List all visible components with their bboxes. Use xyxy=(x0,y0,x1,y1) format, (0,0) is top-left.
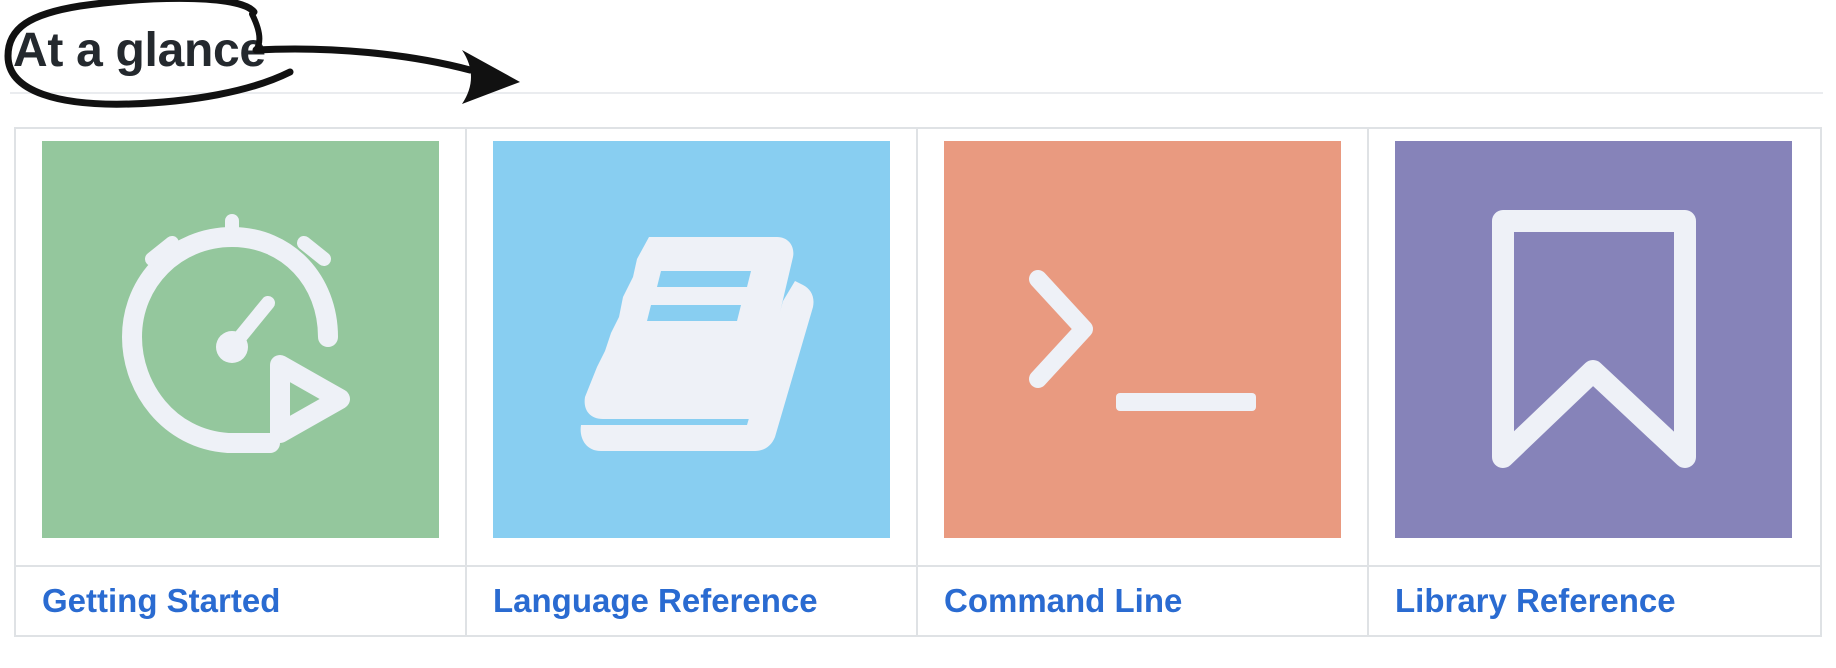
language-reference-tile[interactable] xyxy=(493,141,890,538)
card-command-line: Command Line xyxy=(918,129,1369,635)
quick-links-grid: Getting Started Language Reference Comma… xyxy=(14,127,1822,637)
language-reference-link[interactable]: Language Reference xyxy=(493,582,818,620)
book-icon xyxy=(580,237,814,451)
library-reference-link[interactable]: Library Reference xyxy=(1395,582,1676,620)
library-reference-tile[interactable] xyxy=(1395,141,1792,538)
getting-started-link[interactable]: Getting Started xyxy=(42,582,280,620)
stopwatch-play-icon xyxy=(121,214,350,453)
card-getting-started: Getting Started xyxy=(16,129,467,635)
command-line-link[interactable]: Command Line xyxy=(944,582,1182,620)
bookmark-icon xyxy=(1492,210,1696,468)
command-line-tile[interactable] xyxy=(944,141,1341,538)
card-library-reference: Library Reference xyxy=(1369,129,1820,635)
terminal-prompt-icon xyxy=(1029,270,1256,411)
getting-started-tile[interactable] xyxy=(42,141,439,538)
hand-drawn-arrow-annotation xyxy=(4,0,520,108)
card-language-reference: Language Reference xyxy=(467,129,918,635)
